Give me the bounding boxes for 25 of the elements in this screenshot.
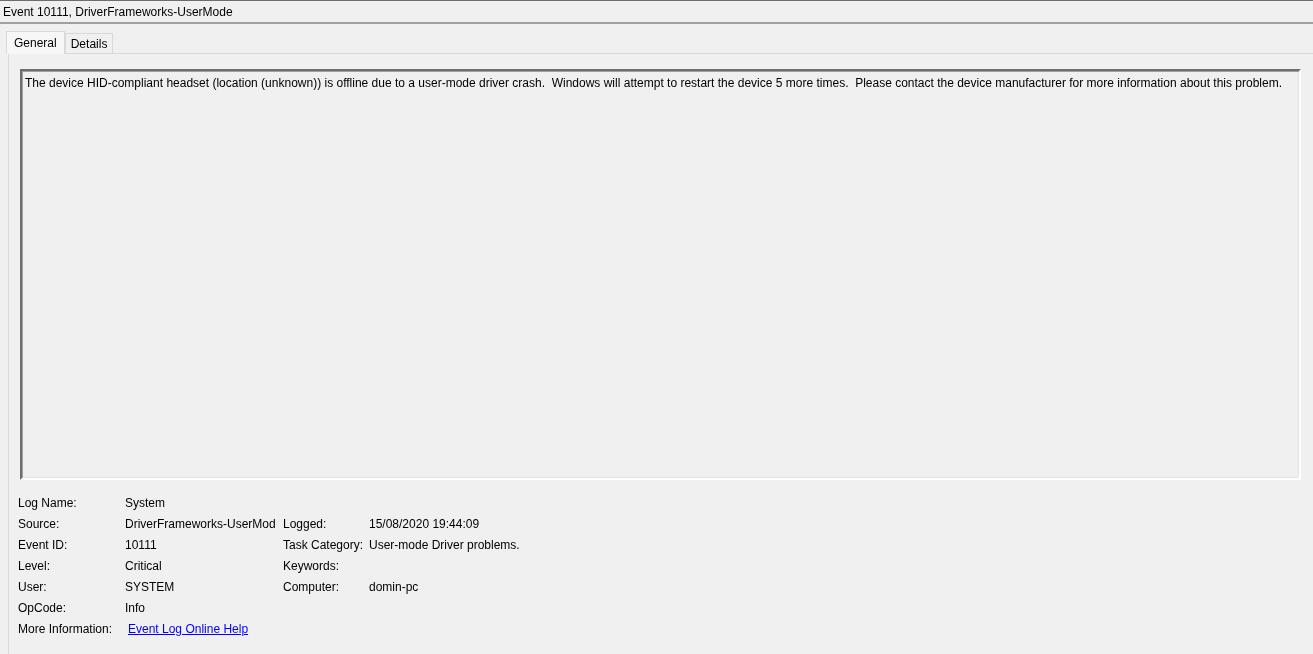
property-label: Task Category: [283,537,364,552]
description-field[interactable]: The device HID-compliant headset (location (unknown)) is offline due to a user-mode driver crash. Windows will attempt to restart the device 5 more times. Please contact the device manufacturer for more information about this problem. [20,69,1301,480]
property-value: domin-pc [369,579,419,594]
property-value: SYSTEM [125,579,175,594]
property-value: System [125,495,165,510]
property-label: Source: [18,516,60,531]
property-label: OpCode: [18,600,67,615]
property-label: Log Name: [18,495,77,510]
property-value: 15/08/2020 19:44:09 [369,516,480,531]
property-label: Keywords: [283,558,340,573]
property-value: 10111 [125,537,157,552]
property-value: Critical [125,558,162,573]
property-label: Level: [18,558,51,573]
tab[interactable]: General [6,31,65,54]
tab[interactable]: Details [64,33,114,53]
property-label: Logged: [283,516,327,531]
property-value: Info [125,600,145,615]
property-label: Computer: [283,579,340,594]
property-label: More Information: [18,621,113,636]
property-label: Event ID: [18,537,68,552]
help-link[interactable]: Event Log Online Help [128,621,249,636]
property-label: User: [18,579,47,594]
window-title: Event 10111, DriverFrameworks-UserMode [3,4,233,19]
property-value: User-mode Driver problems. [369,537,520,552]
property-value: DriverFrameworks-UserMod [125,516,276,531]
